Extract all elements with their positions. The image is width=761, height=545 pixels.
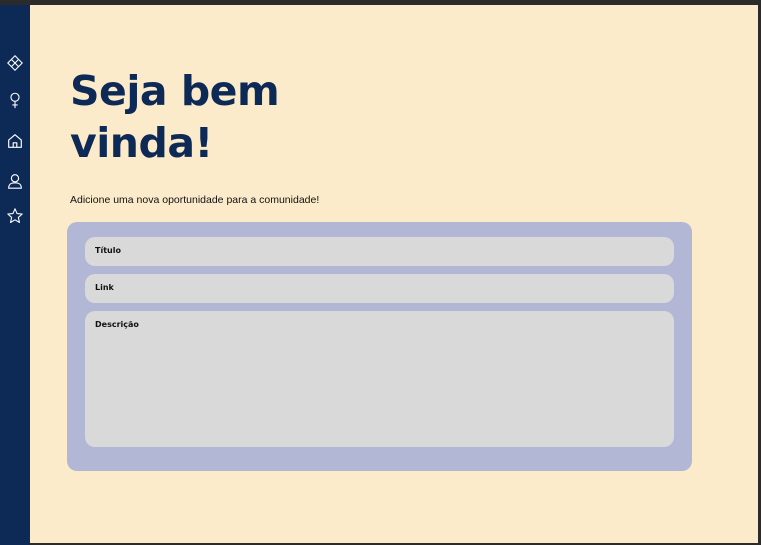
sidebar (0, 5, 30, 545)
user-icon[interactable] (5, 171, 25, 191)
title-field[interactable]: Título (85, 237, 674, 266)
page-title: Seja bem vinda! (70, 65, 370, 169)
description-field[interactable]: Descrição (85, 311, 674, 447)
app-window: Seja bem vinda! Adicione uma nova oportu… (0, 0, 761, 545)
diamond-grid-icon[interactable] (5, 53, 25, 73)
page-title-line-1: Seja bem (70, 67, 280, 115)
link-field[interactable]: Link (85, 274, 674, 303)
description-field-placeholder: Descrição (95, 320, 139, 329)
title-field-placeholder: Título (95, 246, 121, 255)
main-content: Seja bem vinda! Adicione uma nova oportu… (30, 5, 758, 543)
page-subtitle: Adicione uma nova oportunidade para a co… (70, 194, 320, 206)
female-symbol-icon[interactable] (5, 90, 25, 110)
opportunity-form: Título Link Descrição (67, 222, 692, 471)
page-title-line-2: vinda! (70, 119, 213, 167)
star-icon[interactable] (5, 206, 25, 226)
link-field-placeholder: Link (95, 283, 114, 292)
home-icon[interactable] (5, 131, 25, 151)
